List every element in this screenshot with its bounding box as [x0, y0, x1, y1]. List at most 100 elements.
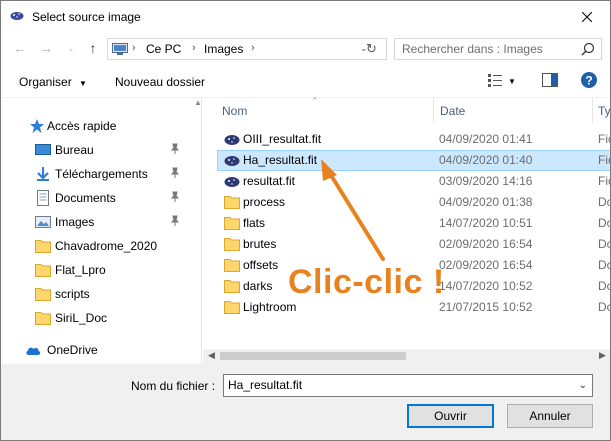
column-header-label: Date	[440, 104, 466, 118]
fits-file-icon	[224, 156, 240, 166]
file-row[interactable]: resultat.fit 03/09/2020 14:16 Fic	[217, 171, 610, 192]
title-bar: Select source image	[1, 1, 610, 32]
filename-field[interactable]	[228, 378, 568, 392]
sidebar-item-bureau[interactable]: Bureau	[1, 139, 191, 161]
close-button[interactable]	[564, 1, 610, 32]
open-button[interactable]: Ouvrir	[407, 404, 494, 428]
filename-combobox[interactable]: ⌄	[223, 374, 593, 397]
forward-button[interactable]: →	[36, 38, 56, 58]
folder-row[interactable]: process 04/09/2020 01:38 Do	[217, 192, 610, 213]
sidebar-item-label: Accès rapide	[47, 119, 117, 133]
help-icon[interactable]: ?	[581, 72, 597, 88]
file-row[interactable]: OIII_resultat.fit 04/09/2020 01:41 Fic	[217, 129, 610, 150]
column-header-type[interactable]: Ty	[593, 98, 611, 123]
file-name: resultat.fit	[243, 174, 296, 188]
pin-icon	[170, 215, 180, 226]
column-header-label: Nom	[222, 104, 248, 118]
forward-arrow-icon: →	[39, 40, 53, 56]
sidebar-item-chavadrome-2020[interactable]: Chavadrome_2020	[1, 235, 191, 257]
horizontal-scrollbar[interactable]: ◀ ▶	[203, 349, 610, 364]
file-row-selected[interactable]: Ha_resultat.fit 04/09/2020 01:40 Fic	[217, 150, 610, 171]
breadcrumb-this-pc[interactable]: Ce PC	[146, 42, 181, 56]
documents-icon	[37, 190, 49, 206]
file-date: 04/09/2020 01:41	[439, 132, 533, 146]
dialog-footer: Nom du fichier : ⌄ Ouvrir Annuler	[1, 364, 610, 440]
computer-icon	[112, 43, 128, 55]
recent-locations-button[interactable]: ⌄	[61, 38, 81, 58]
scroll-left-arrow-icon[interactable]: ◀	[208, 350, 215, 361]
preview-pane-icon[interactable]	[542, 73, 558, 87]
sidebar-item-telechargements[interactable]: Téléchargements	[1, 163, 191, 185]
file-name: OIII_resultat.fit	[243, 132, 322, 146]
refresh-button[interactable]: ↻	[366, 41, 382, 57]
chevron-down-icon: ⌄	[67, 43, 75, 53]
folder-icon	[224, 259, 240, 272]
fits-file-icon	[224, 177, 240, 187]
cancel-button[interactable]: Annuler	[507, 404, 593, 428]
folder-icon	[224, 196, 240, 209]
file-name: brutes	[243, 237, 277, 251]
desktop-icon	[35, 144, 51, 155]
breadcrumb-images[interactable]: Images	[204, 42, 243, 56]
file-date: 14/07/2020 10:52	[439, 279, 533, 293]
sidebar-item-scripts[interactable]: scripts	[1, 283, 191, 305]
file-date: 21/07/2015 10:52	[439, 300, 533, 314]
sort-indicator-icon: ^	[313, 96, 317, 105]
up-button[interactable]: ↑	[83, 38, 103, 58]
up-arrow-icon: ↑	[89, 40, 97, 56]
address-bar[interactable]: › Ce PC › Images › ⌄	[107, 38, 387, 60]
chevron-down-icon[interactable]: ⌄	[579, 380, 587, 391]
cloud-icon	[26, 347, 41, 355]
sidebar-item-label: OneDrive	[47, 343, 98, 357]
app-icon	[10, 12, 24, 20]
pin-icon	[170, 191, 180, 202]
pictures-icon	[35, 216, 51, 228]
new-folder-button[interactable]: Nouveau dossier	[115, 75, 205, 89]
back-button[interactable]: ←	[10, 38, 30, 58]
folder-icon	[35, 264, 51, 277]
breadcrumb-separator: ›	[192, 42, 196, 54]
sidebar-item-images[interactable]: Images	[1, 211, 191, 233]
organize-button[interactable]: Organiser ▼	[19, 75, 87, 89]
sidebar-item-onedrive[interactable]: OneDrive	[1, 339, 191, 361]
file-name: Lightroom	[243, 300, 297, 314]
file-date: 02/09/2020 16:54	[439, 258, 533, 272]
back-arrow-icon: ←	[13, 40, 27, 56]
close-icon	[582, 11, 592, 22]
column-header-date[interactable]: Date	[434, 98, 594, 123]
svg-text:?: ?	[585, 74, 592, 88]
sidebar-item-documents[interactable]: Documents	[1, 187, 191, 209]
annotation-text: Clic-clic !	[288, 263, 445, 301]
view-options-icon[interactable]	[488, 73, 504, 87]
dropdown-triangle-icon: ▼	[79, 79, 87, 88]
folder-row[interactable]: brutes 02/09/2020 16:54 Do	[217, 234, 610, 255]
file-name: darks	[243, 279, 273, 293]
sidebar-item-label: Documents	[55, 191, 116, 205]
sidebar-item-quick-access[interactable]: Accès rapide	[1, 115, 191, 137]
fits-file-icon	[224, 135, 240, 145]
download-icon	[37, 167, 49, 181]
column-header-label: Ty	[598, 104, 611, 118]
folder-icon	[224, 301, 240, 314]
sidebar-item-flat-lpro[interactable]: Flat_Lpro	[1, 259, 191, 281]
scroll-up-arrow-icon[interactable]: ▲	[194, 98, 202, 107]
file-date: 04/09/2020 01:40	[439, 153, 533, 167]
view-dropdown-icon[interactable]: ▼	[508, 77, 516, 86]
scrollbar-thumb[interactable]	[220, 352, 406, 360]
file-type: Do	[598, 279, 610, 293]
filename-label: Nom du fichier :	[131, 379, 216, 393]
sidebar-item-siril-doc[interactable]: SiriL_Doc	[1, 307, 191, 329]
search-input[interactable]	[402, 41, 577, 57]
search-icon	[581, 42, 595, 56]
file-type: Fic	[598, 132, 610, 146]
scroll-right-arrow-icon[interactable]: ▶	[599, 350, 606, 361]
sidebar-item-label: SiriL_Doc	[55, 311, 108, 325]
folder-icon	[35, 312, 51, 325]
folder-icon	[35, 240, 51, 253]
search-box[interactable]	[394, 38, 602, 60]
folder-row[interactable]: flats 14/07/2020 10:51 Do	[217, 213, 610, 234]
sidebar-item-label: Téléchargements	[55, 167, 148, 181]
organize-label: Organiser	[19, 75, 72, 89]
column-header-name[interactable]: Nom ^	[203, 96, 434, 123]
window-title: Select source image	[32, 10, 141, 24]
